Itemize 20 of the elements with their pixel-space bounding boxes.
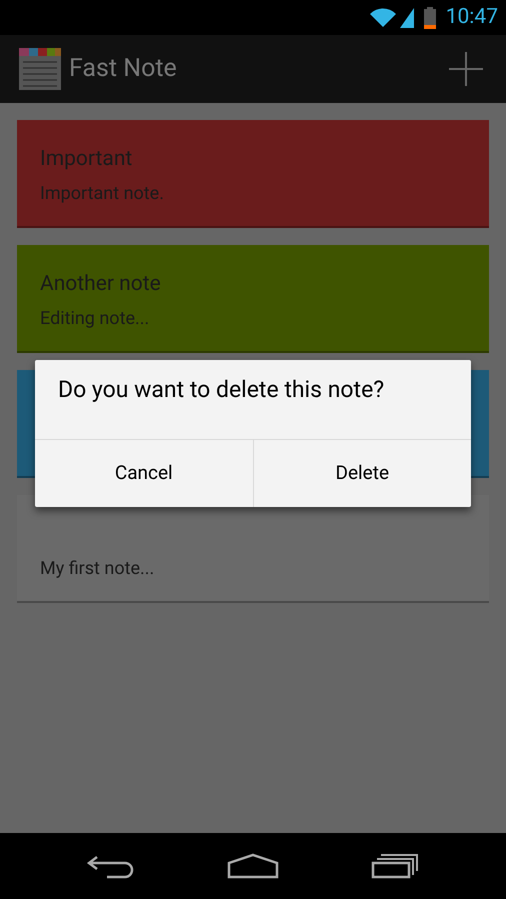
battery-icon bbox=[424, 6, 436, 28]
note-card[interactable]: Another note Editing note... bbox=[17, 245, 489, 353]
app-title: Fast Note bbox=[69, 53, 177, 86]
back-icon[interactable] bbox=[87, 853, 135, 879]
note-card[interactable]: My first note... bbox=[17, 495, 489, 603]
recent-apps-icon[interactable] bbox=[371, 853, 419, 879]
status-time: 10:47 bbox=[446, 4, 498, 31]
note-body: Editing note... bbox=[40, 306, 150, 330]
note-title: Another note bbox=[40, 271, 162, 298]
dialog-message: Do you want to delete this note? bbox=[58, 376, 384, 403]
add-button[interactable] bbox=[446, 49, 486, 89]
note-body: Important note. bbox=[40, 182, 165, 206]
wifi-icon bbox=[370, 8, 396, 28]
note-body: My first note... bbox=[40, 557, 156, 581]
note-title: Important bbox=[40, 146, 134, 173]
add-icon bbox=[449, 52, 483, 86]
notepad-icon bbox=[19, 48, 61, 90]
home-icon[interactable] bbox=[227, 853, 279, 879]
dialog-button[interactable]: Delete bbox=[252, 440, 471, 507]
signal-icon bbox=[400, 8, 414, 28]
